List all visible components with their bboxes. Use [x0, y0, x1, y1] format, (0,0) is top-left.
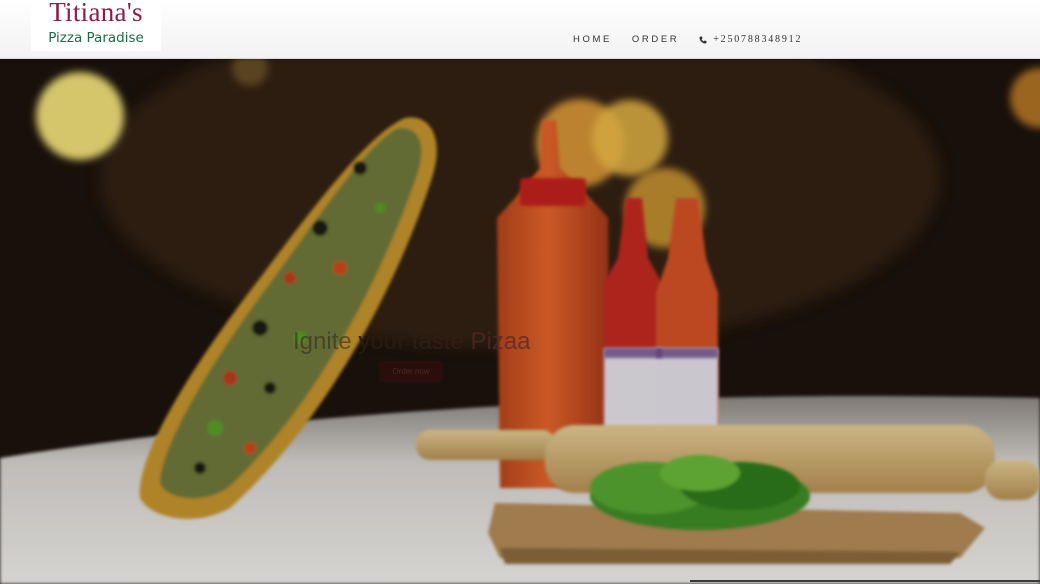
hero-heading-word-1: Ignite	[293, 328, 352, 355]
hero-heading-word-2: your	[358, 328, 406, 355]
order-now-button[interactable]: Order now	[379, 361, 443, 382]
navbar: Titiana's Pizza Paradise HOME ORDER +250…	[0, 0, 1040, 59]
logo-title: Titiana's	[49, 0, 143, 27]
hero-heading-word-3: taste	[411, 328, 464, 355]
logo-subtitle: Pizza Paradise	[48, 30, 144, 46]
phone-icon	[699, 36, 707, 43]
main-nav: HOME ORDER +250788348912	[573, 34, 802, 45]
phone-number: +250788348912	[713, 34, 803, 45]
page: Titiana's Pizza Paradise HOME ORDER +250…	[0, 0, 1040, 584]
nav-order-link[interactable]: ORDER	[632, 34, 679, 45]
site-logo[interactable]: Titiana's Pizza Paradise	[31, 0, 161, 51]
hero-background-image	[0, 58, 1040, 584]
nav-phone-link[interactable]: +250788348912	[699, 34, 802, 45]
hero-heading: Ignite your taste Pizaa	[293, 328, 531, 356]
bottom-divider	[690, 580, 1040, 582]
nav-home-link[interactable]: HOME	[573, 34, 612, 45]
hero-heading-word-4: Pizaa	[470, 328, 531, 355]
hero-section: Ignite your taste Pizaa Order now	[0, 58, 1040, 584]
